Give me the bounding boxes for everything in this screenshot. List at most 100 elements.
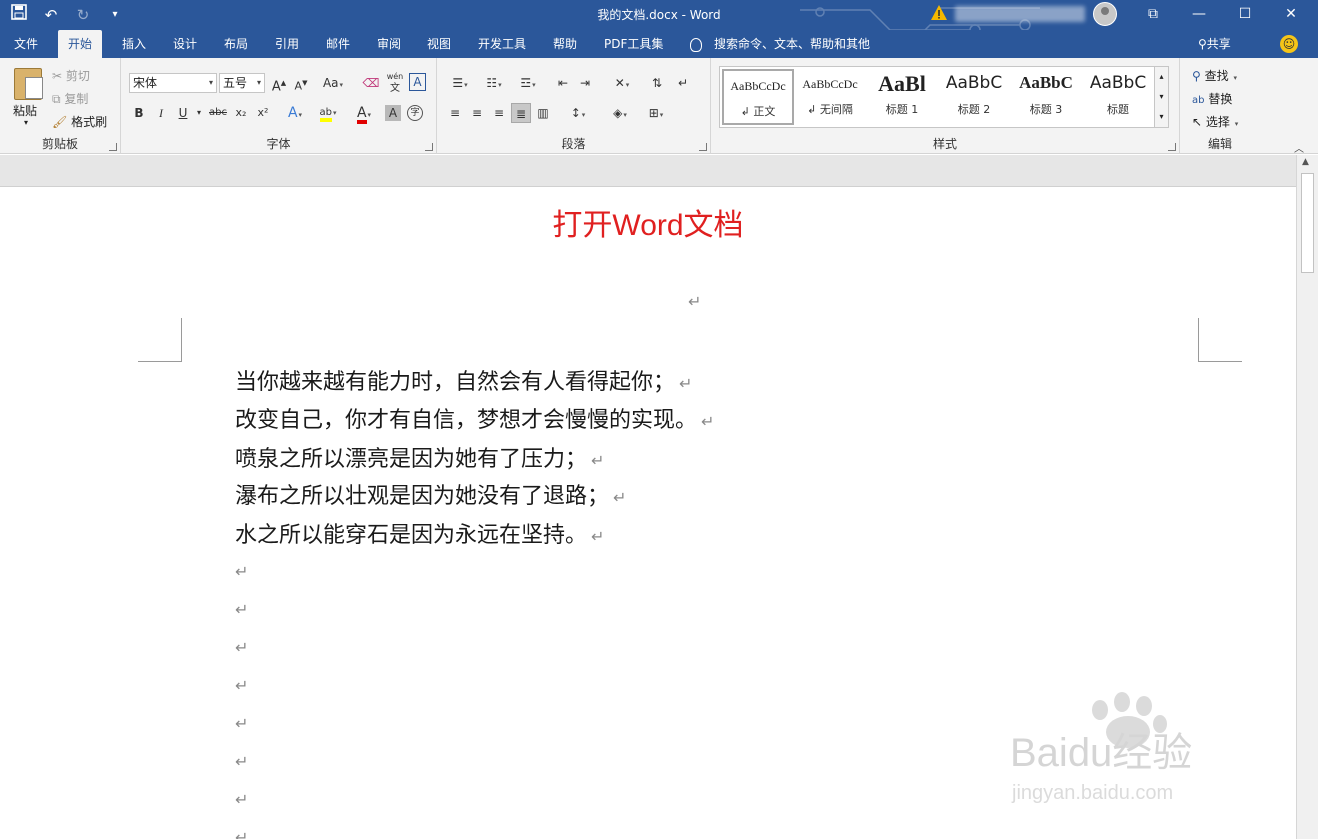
shrink-font-button[interactable]: A▼ xyxy=(291,73,311,93)
highlight-button[interactable]: ab▾ xyxy=(313,103,343,123)
paste-icon[interactable] xyxy=(14,68,43,100)
decrease-indent-icon[interactable]: ⇤ xyxy=(553,73,573,93)
paste-button-label[interactable]: 粘贴 xyxy=(13,102,37,119)
tab-view[interactable]: 视图 xyxy=(417,30,461,58)
style-normal[interactable]: AaBbCcDc ↲ 正文 xyxy=(722,69,794,125)
phonetic-guide-button[interactable]: wén 文 xyxy=(385,71,405,94)
distributed-icon[interactable]: ▥ xyxy=(533,103,553,123)
empty-paragraph[interactable]: ↵ xyxy=(235,676,248,695)
sort-icon[interactable]: ⇅ xyxy=(647,73,667,93)
chevron-down-icon[interactable]: ▾ xyxy=(1155,87,1168,107)
character-border-button[interactable]: A xyxy=(409,73,426,91)
text-line[interactable]: 水之所以能穿石是因为永远在坚持。 ↵ xyxy=(235,521,604,552)
avatar[interactable] xyxy=(1093,2,1117,26)
empty-paragraph[interactable]: ↵ xyxy=(235,600,248,619)
text-line[interactable]: 喷泉之所以漂亮是因为她有了压力； ↵ xyxy=(235,445,604,476)
text-line[interactable]: 改变自己，你才有自信，梦想才会慢慢的实现。 ↵ xyxy=(235,406,714,437)
numbering-button[interactable]: ☷▾ xyxy=(479,73,509,93)
tab-design[interactable]: 设计 xyxy=(163,30,207,58)
tab-home[interactable]: 开始 xyxy=(58,30,103,58)
expand-gallery-icon[interactable]: ▾ xyxy=(1155,107,1168,127)
account-name-blurred[interactable] xyxy=(955,6,1085,22)
empty-paragraph[interactable]: ↵ xyxy=(235,828,248,839)
font-name-combo[interactable]: 宋体 ▾ xyxy=(129,73,217,93)
styles-gallery: AaBbCcDc ↲ 正文 AaBbCcDc ↲ 无间隔 AaBl 标题 1 A… xyxy=(719,66,1169,128)
tab-mailings[interactable]: 邮件 xyxy=(316,30,360,58)
clipboard-launcher-icon[interactable] xyxy=(109,143,117,151)
select-button[interactable]: ↖ 选择 ▾ xyxy=(1192,113,1238,130)
text-line[interactable]: 当你越来越有能力时，自然会有人看得起你； ↵ xyxy=(235,368,692,399)
line-spacing-button[interactable]: ↕▾ xyxy=(563,103,593,123)
close-button[interactable]: ✕ xyxy=(1268,0,1314,30)
underline-dropdown-icon[interactable]: ▾ xyxy=(193,103,205,123)
tab-review[interactable]: 审阅 xyxy=(367,30,411,58)
tell-me-search[interactable]: 搜索命令、文本、帮助和其他 xyxy=(690,30,870,58)
replace-button[interactable]: ab 替换 xyxy=(1192,90,1232,107)
multilevel-list-button[interactable]: ☲▾ xyxy=(513,73,543,93)
minimize-button[interactable]: — xyxy=(1176,0,1222,30)
text-line[interactable]: 瀑布之所以壮观是因为她没有了退路； ↵ xyxy=(235,482,626,513)
warning-icon[interactable] xyxy=(930,4,948,22)
subscript-button[interactable]: x₂ xyxy=(231,103,251,123)
scissors-icon: ✂ xyxy=(52,69,63,83)
empty-paragraph[interactable]: ↵ xyxy=(235,714,248,733)
style-heading-2[interactable]: AaBbC 标题 2 xyxy=(938,69,1010,125)
empty-paragraph[interactable]: ↵ xyxy=(235,752,248,771)
paragraph-launcher-icon[interactable] xyxy=(699,143,707,151)
ribbon-display-options-button[interactable]: ⧉ xyxy=(1130,0,1176,30)
style-heading-1[interactable]: AaBl 标题 1 xyxy=(866,69,938,125)
paste-dropdown-icon[interactable]: ▾ xyxy=(24,118,28,127)
font-launcher-icon[interactable] xyxy=(425,143,433,151)
tab-file[interactable]: 文件 xyxy=(4,30,48,58)
maximize-button[interactable]: ☐ xyxy=(1222,0,1268,30)
underline-button[interactable]: U xyxy=(173,103,193,123)
scroll-thumb[interactable] xyxy=(1301,173,1314,273)
vertical-scrollbar[interactable]: ▲ xyxy=(1296,155,1318,839)
show-marks-icon[interactable]: ↵ xyxy=(673,73,693,93)
text-effects-button[interactable]: A▾ xyxy=(281,103,309,123)
cut-button[interactable]: ✂ 剪切 xyxy=(52,67,90,84)
change-case-button[interactable]: Aa▾ xyxy=(319,73,347,93)
increase-indent-icon[interactable]: ⇥ xyxy=(575,73,595,93)
find-button[interactable]: ⚲ 查找 ▾ xyxy=(1192,67,1237,84)
align-center-icon[interactable]: ≡ xyxy=(467,103,487,123)
feedback-smiley-icon[interactable]: ☺ xyxy=(1280,35,1298,53)
styles-launcher-icon[interactable] xyxy=(1168,143,1176,151)
style-heading-3[interactable]: AaBbC 标题 3 xyxy=(1010,69,1082,125)
tab-layout[interactable]: 布局 xyxy=(214,30,258,58)
font-size-combo[interactable]: 五号 ▾ xyxy=(219,73,265,93)
justify-icon[interactable]: ≣ xyxy=(511,103,531,123)
italic-button[interactable]: I xyxy=(151,103,171,123)
empty-paragraph[interactable]: ↵ xyxy=(235,562,248,581)
bullets-button[interactable]: ☰▾ xyxy=(445,73,475,93)
style-title[interactable]: AaBbC 标题 xyxy=(1082,69,1154,125)
align-left-icon[interactable]: ≡ xyxy=(445,103,465,123)
align-right-icon[interactable]: ≡ xyxy=(489,103,509,123)
strikethrough-button[interactable]: abc xyxy=(207,103,229,123)
chevron-up-icon[interactable]: ▴ xyxy=(1155,67,1168,87)
borders-button[interactable]: ⊞▾ xyxy=(641,103,671,123)
tab-pdf-tools[interactable]: PDF工具集 xyxy=(594,30,673,58)
superscript-button[interactable]: x² xyxy=(253,103,273,123)
enclose-characters-button[interactable]: 字 xyxy=(407,105,423,121)
style-no-spacing[interactable]: AaBbCcDc ↲ 无间隔 xyxy=(794,69,866,125)
styles-scroll[interactable]: ▴ ▾ ▾ xyxy=(1154,67,1168,127)
bold-button[interactable]: B xyxy=(129,103,149,123)
chinese-layout-button[interactable]: ✕▾ xyxy=(607,73,637,93)
empty-paragraph[interactable]: ↵ xyxy=(235,638,248,657)
format-painter-button[interactable]: 🖌 格式刷 xyxy=(52,113,107,130)
scroll-up-icon[interactable]: ▲ xyxy=(1302,157,1309,167)
tab-references[interactable]: 引用 xyxy=(265,30,309,58)
tab-developer[interactable]: 开发工具 xyxy=(468,30,536,58)
share-button[interactable]: ⚲共享 xyxy=(1198,30,1231,58)
collapse-ribbon-icon[interactable]: ︿ xyxy=(1294,140,1304,155)
tab-help[interactable]: 帮助 xyxy=(543,30,587,58)
tab-insert[interactable]: 插入 xyxy=(112,30,156,58)
grow-font-button[interactable]: A▲ xyxy=(269,73,289,94)
empty-paragraph[interactable]: ↵ xyxy=(235,790,248,809)
clear-formatting-icon[interactable]: ⌫ xyxy=(361,73,381,93)
font-color-button[interactable]: A▾ xyxy=(349,103,379,124)
copy-button[interactable]: ⧉ 复制 xyxy=(52,90,88,107)
character-shading-button[interactable]: A xyxy=(385,105,401,121)
shading-button[interactable]: ◈▾ xyxy=(605,103,635,123)
